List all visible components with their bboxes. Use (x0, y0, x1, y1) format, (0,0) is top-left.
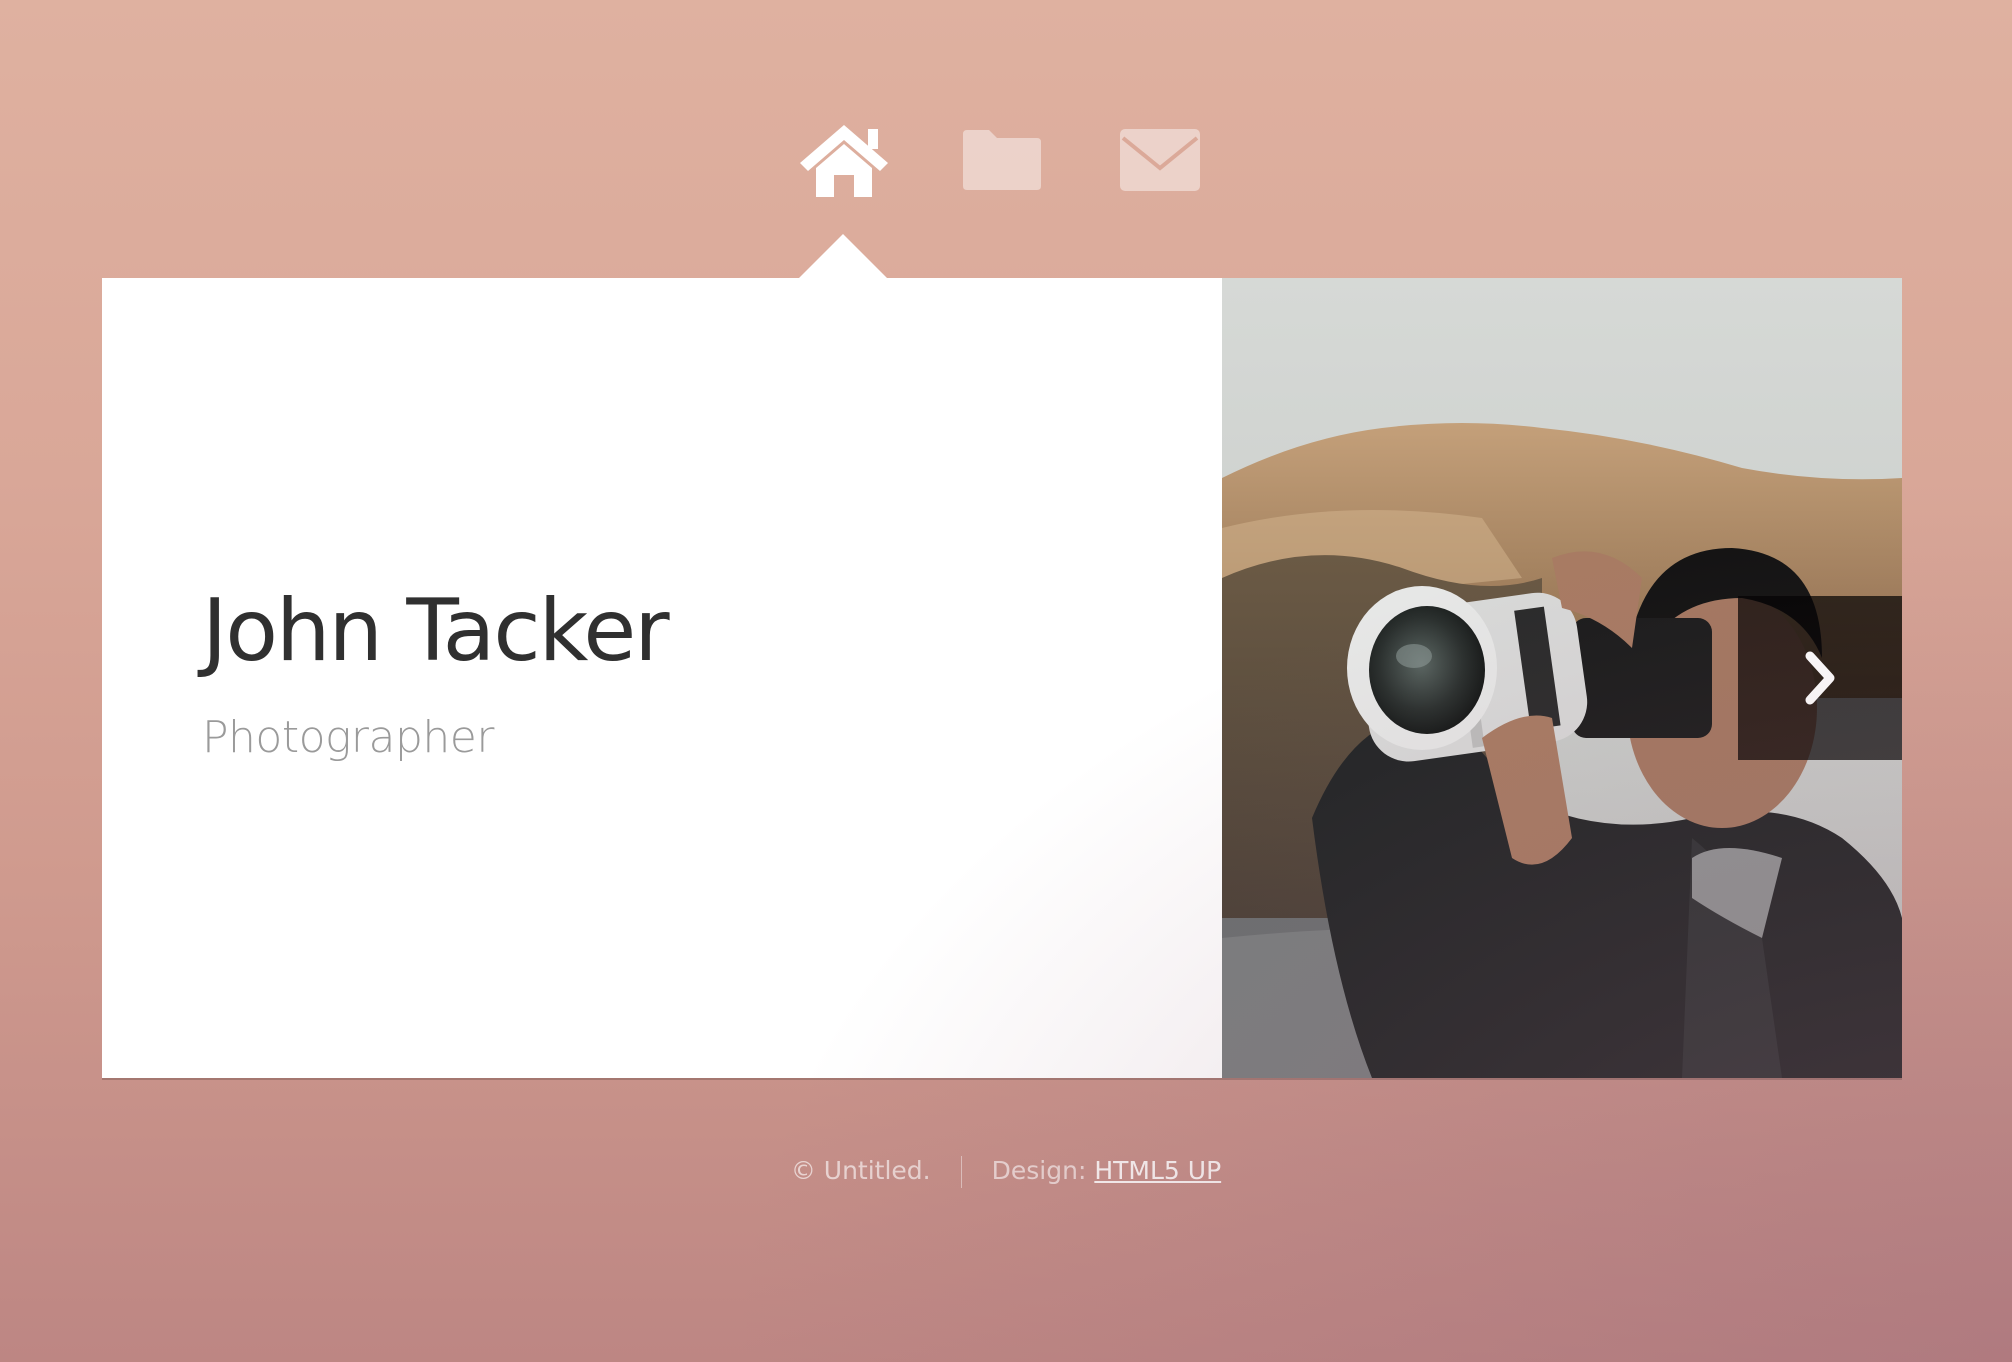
copyright-text: © Untitled. (790, 1156, 931, 1185)
footer: © Untitled. Design: HTML5 UP (0, 1156, 2012, 1188)
profile-photo (1222, 278, 1902, 1078)
design-credit-link[interactable]: HTML5 UP (1094, 1156, 1221, 1185)
envelope-icon (1120, 129, 1200, 191)
profile-intro: John Tacker Photographer (102, 278, 1222, 1078)
nav-work[interactable] (954, 118, 1050, 202)
nav-contact[interactable] (1112, 118, 1208, 202)
next-slide-button[interactable] (1738, 596, 1902, 760)
chevron-right-icon (1805, 651, 1835, 705)
design-label: Design: (991, 1156, 1087, 1185)
active-nav-pointer (799, 234, 887, 278)
profile-name: John Tacker (202, 581, 670, 681)
home-icon (800, 125, 888, 197)
profile-panel: John Tacker Photographer (102, 234, 1902, 1078)
nav-home[interactable] (796, 118, 892, 202)
main-nav (0, 118, 2012, 202)
profile-role: Photographer (202, 712, 494, 763)
footer-divider (960, 1156, 962, 1188)
folder-icon (963, 130, 1041, 190)
